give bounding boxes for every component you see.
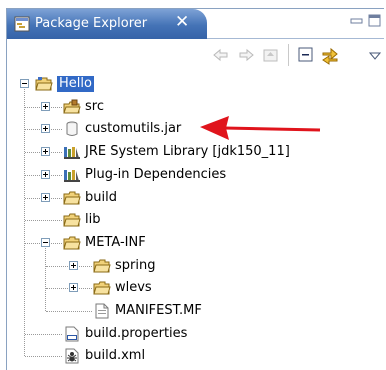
tree-item-label: JRE System Library [jdk150_11] [85,144,290,160]
expand-icon[interactable] [41,124,50,134]
properties-file-icon [63,326,81,342]
tree-item-label: build.properties [85,325,188,341]
expand-icon[interactable] [69,260,78,270]
tree-item-label: spring [115,257,156,273]
tree-item-label: src [85,98,104,114]
tree-item-label: META-INF [85,234,146,250]
folder-icon [63,235,81,251]
forward-arrow-icon[interactable] [237,47,255,67]
folder-icon [93,280,111,296]
project-tree: Hello src customutils.jar JRE System Librar… [7,73,384,370]
view-menu-icon[interactable] [368,49,382,64]
collapse-all-icon[interactable] [297,47,315,67]
tree-line [46,311,92,312]
tree-item-label: customutils.jar [85,121,182,137]
tree-line [25,333,62,335]
project-folder-icon [35,76,53,92]
folder-icon [63,190,81,206]
expand-icon[interactable] [69,283,78,293]
tree-item[interactable]: customutils.jar [63,118,181,140]
tree-item[interactable]: build.properties [63,323,187,345]
minimize-icon[interactable] [350,15,364,31]
tree-item-label: Plug-in Dependencies [85,166,227,182]
collapse-icon[interactable] [20,79,29,88]
maximize-icon[interactable] [368,14,382,32]
ant-build-file-icon [63,348,81,364]
library-icon [63,144,81,160]
tree-item[interactable]: spring [93,255,155,277]
tree-item[interactable]: Plug-in Dependencies [63,164,226,186]
tree-item[interactable]: build.xml [63,345,145,367]
tree-item[interactable]: META-INF [63,232,146,254]
tree-item-label: wlevs [115,280,152,296]
expand-icon[interactable] [41,192,50,202]
tree-line [25,220,62,222]
tree-item[interactable]: wlevs [93,277,152,299]
tree-item[interactable]: build [63,187,117,209]
tree-item-label: MANIFEST.MF [115,303,202,318]
tree-item[interactable]: Hello [35,73,94,95]
tree-item[interactable]: lib [63,209,100,231]
tree-line [25,356,62,358]
tree-item[interactable]: JRE System Library [jdk150_11] [63,141,290,163]
view-title: Package Explorer [35,16,148,31]
package-explorer-icon [14,16,30,36]
tree-item-label: Hello [57,76,94,92]
text-file-icon [93,303,111,319]
view-toolbar [7,40,384,70]
tree-item-label: build.xml [85,348,146,364]
tree-item[interactable]: MANIFEST.MF [93,300,202,322]
view-title-bar: Package Explorer ✕ [7,9,384,39]
tree-item[interactable]: src [63,96,104,118]
source-folder-icon [63,99,81,115]
library-icon [63,167,81,183]
toolbar-separator [288,44,289,66]
back-arrow-icon[interactable] [212,47,230,67]
expand-icon[interactable] [41,169,50,179]
close-icon[interactable]: ✕ [175,12,189,32]
tab-package-explorer[interactable]: Package Explorer ✕ [7,9,207,39]
link-with-editor-icon[interactable] [320,47,340,69]
expand-icon[interactable] [41,101,50,111]
collapse-icon[interactable] [41,237,50,247]
folder-icon [93,258,111,274]
tree-line [45,247,46,311]
expand-icon[interactable] [41,147,50,157]
tree-item-label: build [85,189,117,205]
jar-icon [63,121,81,137]
folder-icon [63,212,81,228]
go-up-icon[interactable] [262,47,280,67]
tree-item-label: lib [85,212,101,228]
package-explorer-view: Package Explorer ✕ Hello src customutils… [6,8,384,370]
